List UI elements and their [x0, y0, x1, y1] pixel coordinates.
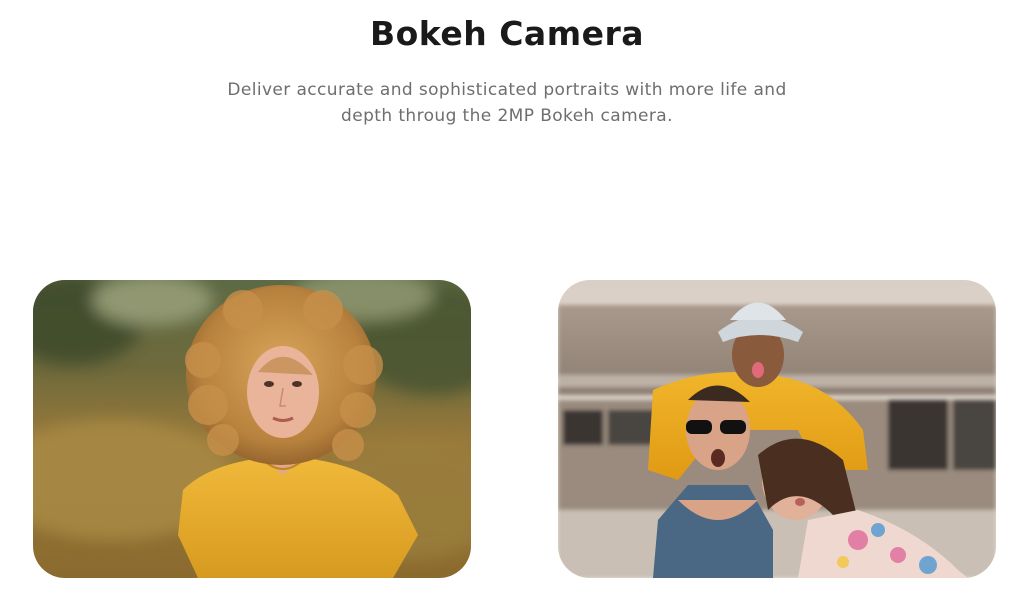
group-photo: [558, 280, 996, 578]
group-image: [558, 280, 996, 578]
section-subtitle: Deliver accurate and sophisticated portr…: [0, 77, 1014, 129]
section-title: Bokeh Camera: [369, 14, 645, 53]
portrait-image: [33, 280, 471, 578]
subtitle-line-1: Deliver accurate and sophisticated portr…: [227, 80, 787, 100]
portrait-photo: [33, 280, 471, 578]
subtitle-line-2: depth throug the 2MP Bokeh camera.: [341, 106, 673, 126]
